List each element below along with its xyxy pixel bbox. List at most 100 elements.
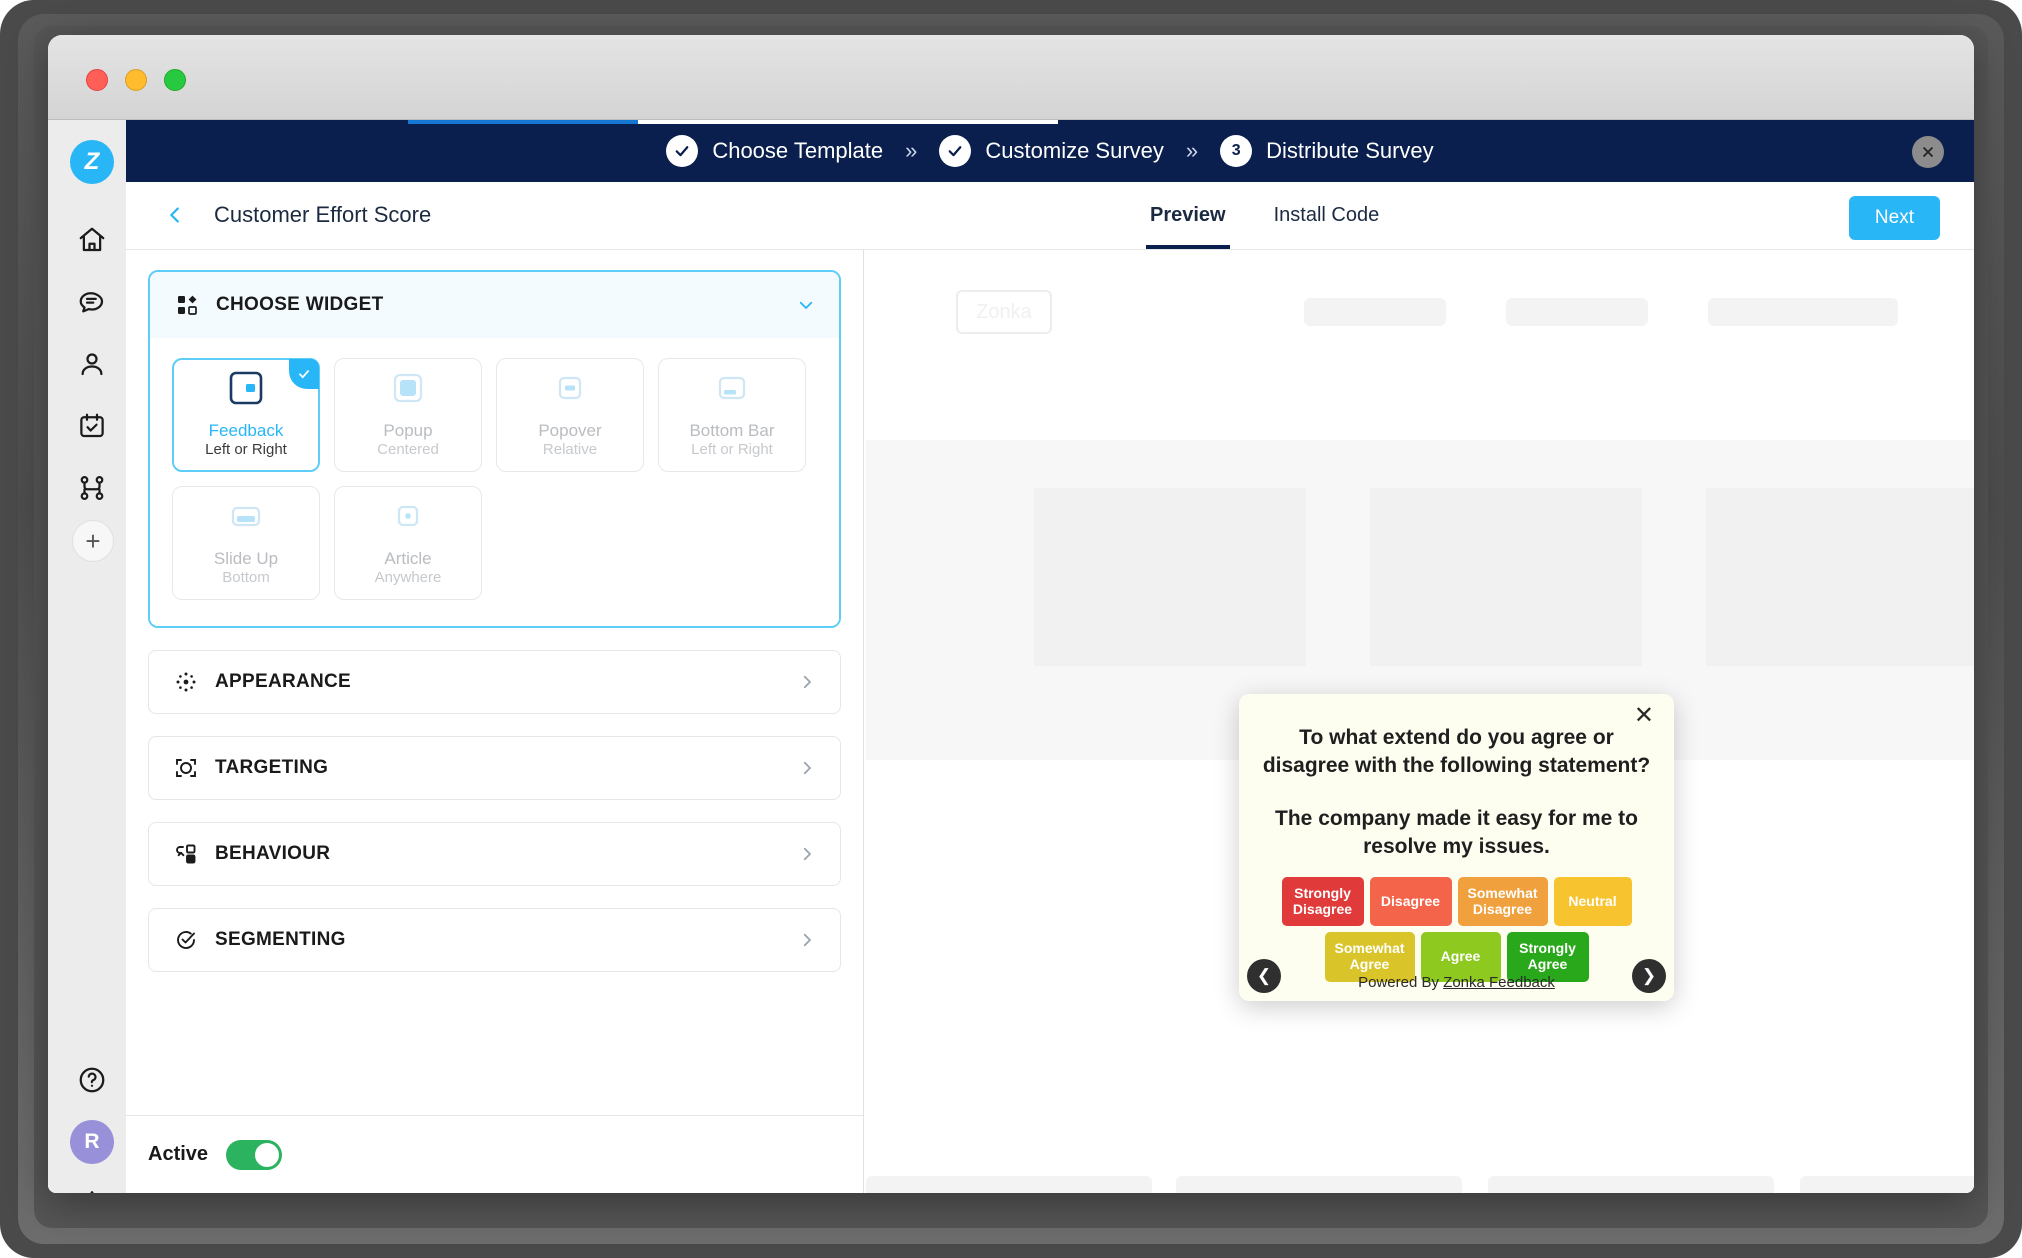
sidebar-item-chat[interactable] xyxy=(72,282,112,322)
window-minimize-button[interactable] xyxy=(125,69,147,91)
page-subheader: Customer Effort Score Preview Install Co… xyxy=(126,182,1974,250)
preview-skeleton-nav-1 xyxy=(1304,298,1446,326)
window-close-button[interactable] xyxy=(86,69,108,91)
sidebar-item-calendar[interactable] xyxy=(72,406,112,446)
choose-widget-title: CHOOSE WIDGET xyxy=(216,294,384,315)
rating-option-disagree[interactable]: Disagree xyxy=(1369,876,1452,927)
sidebar-item-workflow[interactable] xyxy=(72,468,112,508)
step-2-label: Customize Survey xyxy=(985,138,1164,163)
widget-option-popup[interactable]: Popup Centered xyxy=(334,358,482,472)
preview-skeleton-card-3 xyxy=(1488,1176,1774,1193)
sparkle-icon xyxy=(173,669,199,695)
target-icon xyxy=(173,755,199,781)
survey-statement: The company made it easy for me to resol… xyxy=(1275,807,1638,859)
widget-option-article[interactable]: Article Anywhere xyxy=(334,486,482,600)
sidebar-item-settings[interactable] xyxy=(72,1184,112,1193)
step-1-label: Choose Template xyxy=(712,138,884,163)
next-button[interactable]: Next xyxy=(1848,196,1940,240)
chevron-right-icon[interactable] xyxy=(798,759,816,777)
widget-option-sub: Relative xyxy=(542,440,598,458)
widget-option-sub: Centered xyxy=(377,440,439,458)
preview-skeleton-card-1 xyxy=(866,1176,1152,1193)
zonka-feedback-link[interactable]: Zonka Feedback xyxy=(1443,974,1555,991)
section-targeting[interactable]: TARGETING xyxy=(148,736,841,800)
tab-preview[interactable]: Preview xyxy=(1146,182,1230,249)
section-behaviour-header[interactable]: BEHAVIOUR xyxy=(149,823,840,885)
chevron-left-icon[interactable] xyxy=(164,202,186,228)
choose-widget-header[interactable]: CHOOSE WIDGET xyxy=(150,272,839,338)
survey-rating-options: Strongly Disagree Disagree Somewhat Disa… xyxy=(1261,876,1652,982)
section-segmenting[interactable]: SEGMENTING xyxy=(148,908,841,972)
section-appearance-title: APPEARANCE xyxy=(215,671,352,692)
active-toggle[interactable] xyxy=(226,1139,283,1170)
grid-icon xyxy=(174,292,200,318)
window-titlebar xyxy=(48,35,1974,120)
survey-question: To what extend do you agree or disagree … xyxy=(1262,726,1651,777)
chevron-right-icon[interactable] xyxy=(798,931,816,949)
popup-glyph-icon xyxy=(391,371,425,410)
choose-widget-section: CHOOSE WIDGET Feedback Left or Right Pop… xyxy=(148,270,841,628)
widget-option-bottom-bar[interactable]: Bottom Bar Left or Right xyxy=(658,358,806,472)
widget-option-label: Bottom Bar xyxy=(689,420,775,440)
preview-tabs: Preview Install Code xyxy=(1146,182,1383,249)
chevron-right-icon[interactable]: ❯ xyxy=(1632,959,1666,993)
window-zoom-button[interactable] xyxy=(164,69,186,91)
step-choose-template[interactable]: Choose Template xyxy=(666,135,883,167)
section-behaviour[interactable]: BEHAVIOUR xyxy=(148,822,841,886)
step-separator-1: » xyxy=(905,138,918,163)
check-icon xyxy=(289,359,319,389)
page-title: Customer Effort Score xyxy=(214,202,432,227)
brand-logo[interactable]: Z xyxy=(70,140,114,184)
close-icon[interactable]: ✕ xyxy=(1634,704,1654,728)
section-targeting-header[interactable]: TARGETING xyxy=(149,737,840,799)
close-icon[interactable] xyxy=(1912,136,1944,168)
step-2-check-icon xyxy=(939,135,972,167)
sidebar-add-button[interactable]: + xyxy=(72,520,114,562)
toggle-knob xyxy=(255,1142,280,1167)
preview-skeleton-hero-block-2 xyxy=(1370,488,1642,666)
rating-option-neutral[interactable]: Neutral xyxy=(1553,876,1632,927)
rating-option-somewhat-disagree[interactable]: Somewhat Disagree xyxy=(1457,876,1548,927)
sidebar-item-user[interactable] xyxy=(72,344,112,384)
widget-option-sub: Left or Right xyxy=(691,440,773,458)
widget-option-sub: Left or Right xyxy=(205,440,287,458)
section-segmenting-header[interactable]: SEGMENTING xyxy=(149,909,840,971)
avatar[interactable]: R xyxy=(70,1120,114,1164)
article-glyph-icon xyxy=(391,499,425,538)
preview-skeleton-hero-block-3 xyxy=(1706,488,1974,666)
chevron-right-icon[interactable] xyxy=(798,673,816,691)
bottom-bar-glyph-icon xyxy=(715,371,749,410)
widget-option-label: Popup xyxy=(383,420,433,440)
step-1-check-icon xyxy=(666,135,699,167)
tab-install-code[interactable]: Install Code xyxy=(1270,182,1384,249)
preview-skeleton-hero-block-1 xyxy=(1034,488,1306,666)
popover-glyph-icon xyxy=(553,371,587,410)
widget-option-feedback[interactable]: Feedback Left or Right xyxy=(172,358,320,472)
chevron-right-icon[interactable] xyxy=(798,845,816,863)
survey-widget: ✕ To what extend do you agree or disagre… xyxy=(1239,694,1674,1001)
preview-skeleton-card-4 xyxy=(1800,1176,1974,1193)
chevron-down-icon[interactable] xyxy=(797,296,815,314)
section-appearance-header[interactable]: APPEARANCE xyxy=(149,651,840,713)
app-root: Z + R Choose Template » Customize Survey… xyxy=(48,120,1974,1193)
section-appearance[interactable]: APPEARANCE xyxy=(148,650,841,714)
powered-by-prefix: Powered By xyxy=(1358,974,1444,991)
feedback-glyph-icon xyxy=(229,371,263,410)
step-3-label: Distribute Survey xyxy=(1266,138,1434,163)
monitor-frame: Z + R Choose Template » Customize Survey… xyxy=(0,0,2022,1258)
step-separator-2: » xyxy=(1185,138,1199,163)
step-distribute-survey[interactable]: 3 Distribute Survey xyxy=(1220,135,1434,167)
sidebar-rail: Z + R xyxy=(48,120,126,1193)
sidebar-item-help[interactable] xyxy=(72,1060,112,1100)
widget-option-popover[interactable]: Popover Relative xyxy=(496,358,644,472)
rating-option-strongly-disagree[interactable]: Strongly Disagree xyxy=(1281,876,1364,927)
chevron-left-icon[interactable]: ❮ xyxy=(1247,959,1281,993)
sidebar-item-home[interactable] xyxy=(72,220,112,260)
widget-option-slide-up[interactable]: Slide Up Bottom xyxy=(172,486,320,600)
step-3-number: 3 xyxy=(1220,135,1253,167)
step-customize-survey[interactable]: Customize Survey xyxy=(939,135,1164,167)
behaviour-icon xyxy=(173,841,199,867)
widget-option-label: Popover xyxy=(538,420,602,440)
wizard-progress-bar xyxy=(126,120,1974,124)
segment-icon xyxy=(173,927,199,953)
